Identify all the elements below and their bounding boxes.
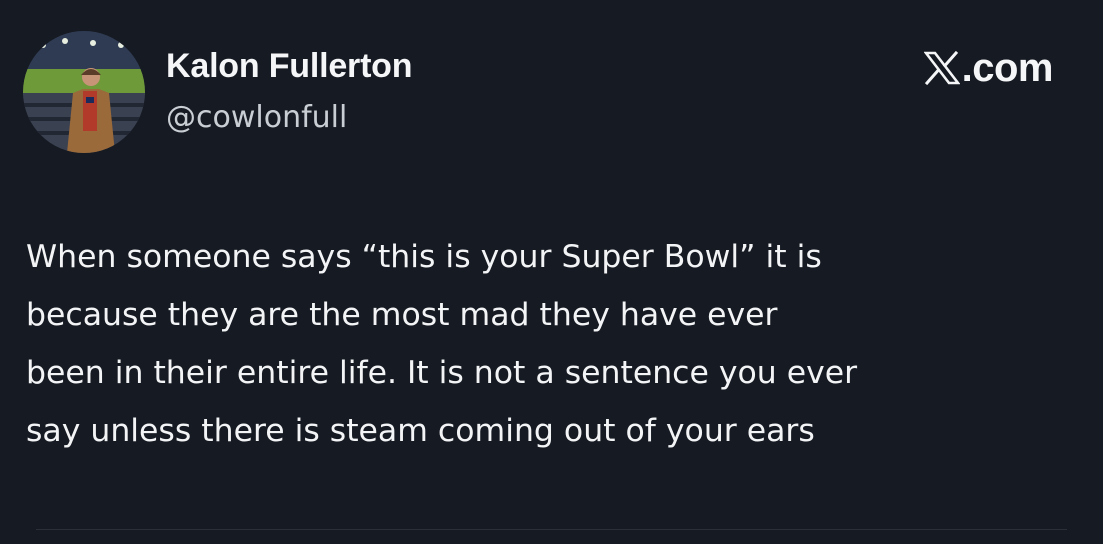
brand-domain-text: .com	[961, 46, 1054, 90]
profile-photo	[23, 31, 145, 153]
x-logo-icon	[923, 51, 960, 85]
user-handle[interactable]: @cowlonfull	[166, 100, 347, 136]
divider	[36, 529, 1067, 530]
avatar[interactable]	[23, 31, 145, 153]
tweet-card: Kalon Fullerton @cowlonfull .com When so…	[0, 0, 1103, 544]
tweet-line: When someone says “this is your Super Bo…	[26, 239, 822, 275]
tweet-line: been in their entire life. It is not a s…	[26, 355, 858, 391]
display-name[interactable]: Kalon Fullerton	[166, 46, 413, 86]
tweet-body: When someone says “this is your Super Bo…	[26, 228, 1086, 460]
tweet-line: because they are the most mad they have …	[26, 297, 778, 333]
tweet-line: say unless there is steam coming out of …	[26, 413, 815, 449]
brand-watermark: .com	[923, 44, 1054, 92]
